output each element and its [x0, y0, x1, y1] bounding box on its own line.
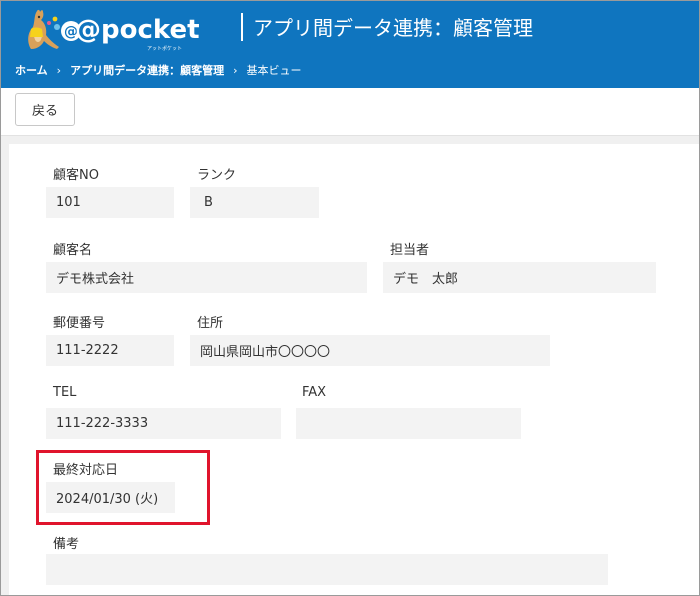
fax-label: FAX: [302, 385, 327, 400]
app-window: @ @pocket アットポケット アプリ間データ連携：顧客管理 ホーム › ア…: [0, 0, 700, 596]
staff-label: 担当者: [390, 243, 430, 258]
chevron-right-icon: ›: [233, 63, 238, 77]
logo-subtext: アットポケット: [147, 46, 183, 52]
address-label: 住所: [197, 316, 224, 331]
notes-label: 備考: [53, 537, 80, 552]
staff-field[interactable]: デモ 太郎: [383, 262, 656, 293]
breadcrumb-current-view: 基本ビュー: [246, 64, 302, 77]
customer-name-field[interactable]: デモ株式会社: [46, 262, 367, 293]
page-title: アプリ間データ連携：顧客管理: [253, 16, 533, 40]
kangaroo-mascot-icon: @: [28, 9, 79, 50]
chevron-right-icon: ›: [56, 63, 62, 77]
breadcrumb-home[interactable]: ホーム: [15, 62, 48, 78]
notes-field[interactable]: [46, 554, 608, 585]
logo-text: @pocket: [75, 15, 200, 45]
tel-field[interactable]: 111-222-3333: [46, 408, 281, 439]
back-button[interactable]: 戻る: [15, 93, 75, 126]
breadcrumb: ホーム › アプリ間データ連携：顧客管理 › 基本ビュー: [15, 62, 301, 78]
title-divider: [241, 13, 243, 41]
customer-name-label: 顧客名: [53, 243, 93, 258]
postal-code-label: 郵便番号: [53, 316, 106, 331]
customer-no-field[interactable]: 101: [46, 187, 174, 218]
app-header: @ @pocket アットポケット アプリ間データ連携：顧客管理 ホーム › ア…: [1, 1, 699, 88]
highlight-box: [36, 450, 210, 525]
toolbar: 戻る: [1, 88, 699, 136]
breadcrumb-app[interactable]: アプリ間データ連携：顧客管理: [70, 62, 224, 78]
postal-code-field[interactable]: 111-2222: [46, 335, 174, 366]
customer-no-label: 顧客NO: [53, 168, 99, 183]
rank-field[interactable]: B: [190, 187, 319, 218]
tel-label: TEL: [53, 385, 77, 400]
brand-logo[interactable]: @ @pocket アットポケット: [13, 5, 200, 52]
rank-label: ランク: [197, 168, 237, 183]
fax-field[interactable]: [296, 408, 521, 439]
address-field[interactable]: 岡山県岡山市〇〇〇〇: [190, 335, 550, 366]
